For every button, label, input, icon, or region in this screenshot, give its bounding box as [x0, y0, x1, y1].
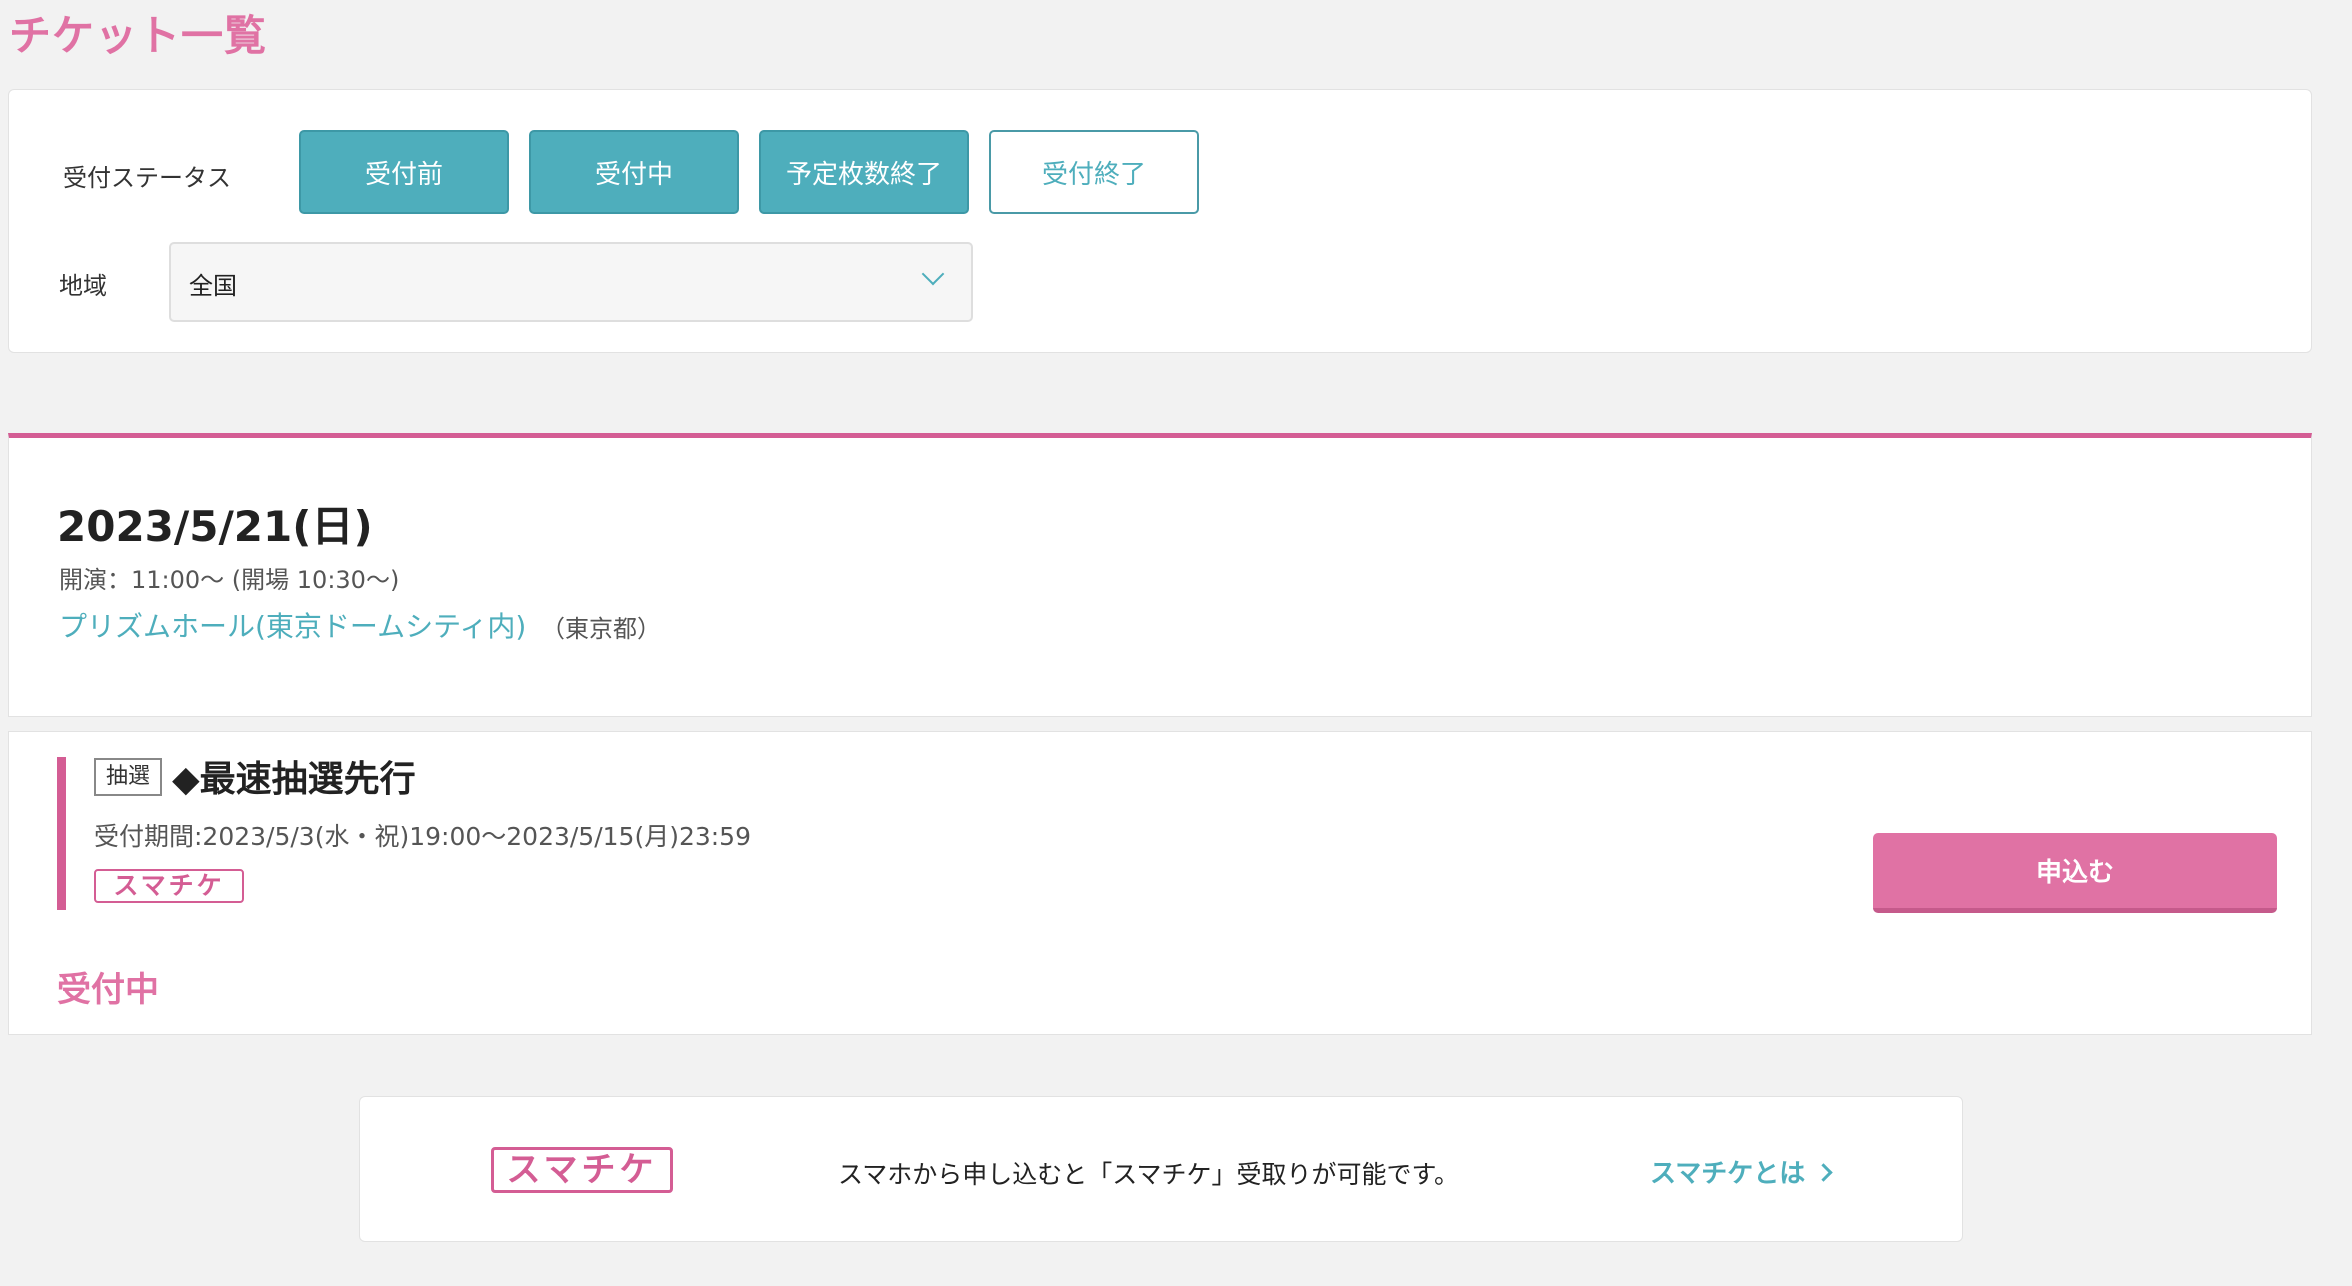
ticket-card: 抽選 ◆最速抽選先行 受付期間:2023/5/3(水・祝)19:00〜2023/…: [8, 731, 2312, 1035]
event-date: 2023/5/21(日): [57, 502, 373, 551]
event-card: 2023/5/21(日) 開演：11:00〜 (開場 10:30〜) プリズムホ…: [8, 433, 2312, 717]
ticket-accent-bar: [57, 757, 66, 910]
region-select[interactable]: 全国: [169, 242, 973, 322]
chevron-down-icon: [921, 262, 945, 286]
ticket-title: ◆最速抽選先行: [172, 759, 416, 800]
chevron-right-icon: [1814, 1163, 1833, 1182]
ticket-period: 受付期間:2023/5/3(水・祝)19:00〜2023/5/15(月)23:5…: [94, 822, 751, 851]
smatike-logo: スマチケ: [94, 869, 244, 903]
status-button-soldout[interactable]: 予定枚数終了: [759, 130, 969, 214]
status-button-open[interactable]: 受付中: [529, 130, 739, 214]
smatike-about-link-label: スマチケとは: [1650, 1159, 1806, 1189]
smatike-about-link[interactable]: スマチケとは: [1650, 1153, 1833, 1190]
region-select-value: 全国: [189, 272, 237, 300]
page-title: チケット一覧: [9, 11, 268, 60]
venue-prefecture: （東京都）: [541, 615, 661, 643]
status-button-closed[interactable]: 受付終了: [989, 130, 1199, 214]
ticket-status: 受付中: [57, 970, 159, 1010]
apply-button[interactable]: 申込む: [1873, 833, 2277, 913]
smatike-info-text: スマホから申し込むと「スマチケ」受取りが可能です。: [838, 1160, 1460, 1189]
filter-panel: 受付ステータス 受付前 受付中 予定枚数終了 受付終了 地域 全国: [8, 89, 2312, 353]
smatike-info-logo: スマチケ: [491, 1147, 673, 1193]
region-filter-label: 地域: [59, 272, 107, 300]
status-filter-label: 受付ステータス: [63, 164, 231, 192]
venue-link[interactable]: プリズムホール(東京ドームシティ内): [59, 605, 526, 645]
status-button-before[interactable]: 受付前: [299, 130, 509, 214]
lottery-badge: 抽選: [94, 758, 163, 796]
event-time: 開演：11:00〜 (開場 10:30〜): [59, 566, 400, 594]
